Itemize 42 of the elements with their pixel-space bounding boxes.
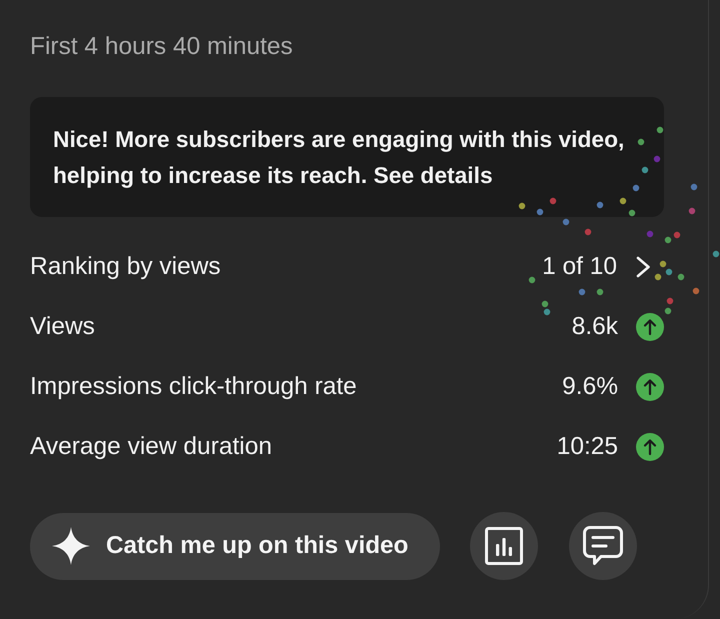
metric-value: 9.6% [562,373,618,401]
ranking-label: Ranking by views [30,253,221,281]
confetti-dot [688,208,696,214]
comment-icon [583,526,623,566]
confetti-dot [638,138,644,146]
confetti-dot [654,156,660,162]
confetti-dot [642,166,648,174]
confetti-dot [518,202,526,210]
metric-label: Impressions click-through rate [30,373,357,401]
metric-value: 8.6k [572,313,618,341]
confetti-dot [664,308,672,314]
confetti-dot [654,274,662,280]
confetti-dot [584,228,592,236]
metric-label: Average view duration [30,433,272,461]
confetti-dot [596,288,604,296]
confetti-dot [656,126,664,134]
confetti-dot [712,250,720,258]
ranking-value[interactable]: 1 of 10 [542,253,617,281]
confetti-dot [620,198,626,204]
confetti-dot [632,184,640,192]
confetti-dot [536,208,544,216]
period-label: First 4 hours 40 minutes [30,33,293,60]
catch-up-button[interactable]: Catch me up on this video [30,512,440,580]
sparkle-icon [52,527,90,565]
confetti-dot [690,184,698,190]
confetti-dot [692,288,700,294]
insight-message: Nice! More subscribers are engaging with this video, helping to increase its reach. See details [53,125,626,190]
confetti-dot [666,298,674,304]
confetti-dot [596,202,604,208]
bar-chart-icon [485,527,523,565]
confetti-dot [550,198,556,204]
confetti-dot [664,236,672,244]
confetti-dot [528,276,536,284]
chevron-right-icon[interactable] [636,256,651,278]
confetti-dot [646,230,654,238]
confetti-dot [562,218,570,226]
confetti-dot [578,288,586,296]
confetti-dot [674,232,680,238]
confetti-dot [678,274,684,280]
metric-label: Views [30,313,95,341]
confetti-dot [628,210,636,216]
metric-value: 10:25 [556,433,618,461]
